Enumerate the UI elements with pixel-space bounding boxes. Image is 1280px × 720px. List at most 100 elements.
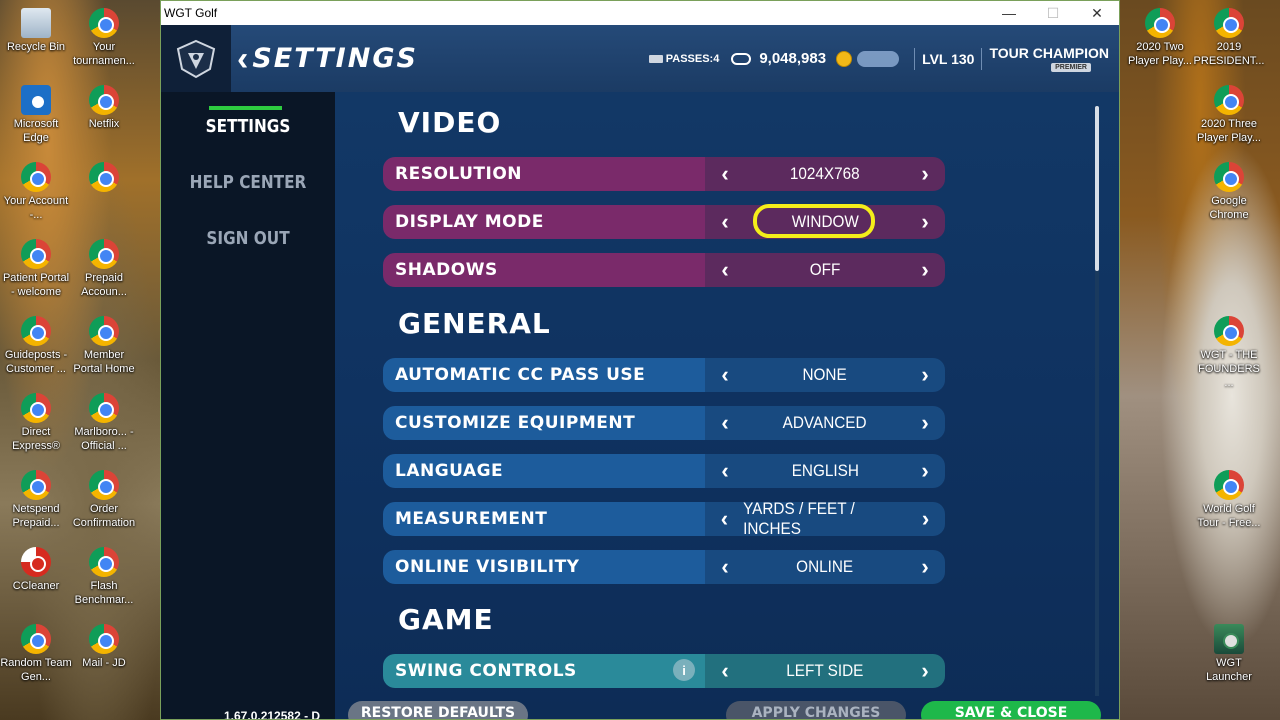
apply-changes-button[interactable]: APPLY CHANGES: [726, 701, 906, 719]
player-status: PASSES:4 9,048,983 LVL 130 TOUR CHAMPION…: [648, 25, 1119, 92]
desktop-icon-chrome[interactable]: 2020 Two Player Play...: [1124, 8, 1196, 68]
window-titlebar[interactable]: WGT Golf — ☐ ✕: [161, 1, 1119, 25]
chrome-icon: [21, 624, 51, 654]
restore-defaults-button[interactable]: RESTORE DEFAULTS: [348, 701, 528, 719]
chrome-icon: [89, 624, 119, 654]
next-arrow-icon[interactable]: ›: [916, 506, 935, 532]
setting-label: SHADOWS: [383, 253, 705, 287]
desktop-icon-chrome[interactable]: Direct Express®: [0, 393, 72, 453]
setting-row-cc-pass: AUTOMATIC CC PASS USE ‹ NONE ›: [383, 358, 945, 392]
desktop-icon-ccleaner[interactable]: CCleaner: [0, 547, 72, 593]
desktop-icon-chrome[interactable]: WGT - THE FOUNDERS ...: [1193, 316, 1265, 390]
topgolf-logo: [161, 25, 231, 92]
desktop-icon-chrome[interactable]: Patient Portal - welcome: [0, 239, 72, 299]
prev-arrow-icon[interactable]: ‹: [715, 658, 735, 684]
setting-value: YARDS / FEET / INCHES: [742, 502, 855, 536]
prev-arrow-icon[interactable]: ‹: [715, 257, 735, 283]
chrome-icon: [89, 85, 119, 115]
save-and-close-button[interactable]: SAVE & CLOSE: [921, 701, 1101, 719]
setting-value: LEFT SIDE: [786, 661, 864, 680]
desktop-icon-chrome[interactable]: Order Confirmation: [68, 470, 140, 530]
setting-selector: ‹ YARDS / FEET / INCHES ›: [705, 502, 945, 536]
setting-label: ONLINE VISIBILITY: [383, 550, 705, 584]
setting-row-shadows: SHADOWS ‹ OFF ›: [383, 253, 945, 287]
setting-selector: ‹ ENGLISH ›: [705, 454, 945, 488]
desktop-icon-chrome[interactable]: 2020 Three Player Play...: [1193, 85, 1265, 145]
page-title: SETTINGS: [252, 43, 418, 74]
chrome-icon: [89, 470, 119, 500]
desktop-icon-chrome[interactable]: Guideposts - Customer ...: [0, 316, 72, 376]
prev-arrow-icon[interactable]: ‹: [715, 554, 735, 580]
sidebar-item-sign-out[interactable]: SIGN OUT: [174, 228, 322, 249]
chrome-icon: [1214, 85, 1244, 115]
setting-row-customize-equipment: CUSTOMIZE EQUIPMENT ‹ ADVANCED ›: [383, 406, 945, 440]
close-button[interactable]: ✕: [1075, 1, 1119, 25]
divider: [914, 47, 916, 70]
desktop-icon-chrome[interactable]: Random Team Gen...: [0, 624, 72, 684]
desktop-icon-chrome[interactable]: 2019 PRESIDENT...: [1193, 8, 1265, 68]
desktop-icon-chrome[interactable]: Member Portal Home: [68, 316, 140, 376]
desktop-icon-chrome[interactable]: World Golf Tour - Free...: [1193, 470, 1265, 530]
settings-sidebar: SETTINGS HELP CENTER SIGN OUT: [161, 92, 335, 719]
info-icon[interactable]: i: [673, 659, 695, 681]
sidebar-item-settings[interactable]: SETTINGS: [174, 116, 322, 137]
desktop-icon-edge[interactable]: Microsoft Edge: [0, 85, 72, 145]
desktop-icon-recycle-bin[interactable]: Recycle Bin: [0, 8, 72, 54]
scrollbar-thumb[interactable]: [1095, 106, 1099, 271]
desktop-icon-google-chrome[interactable]: Google Chrome: [1193, 162, 1265, 222]
setting-label: RESOLUTION: [383, 157, 705, 191]
next-arrow-icon[interactable]: ›: [915, 410, 935, 436]
prev-arrow-icon[interactable]: ‹: [715, 410, 735, 436]
next-arrow-icon[interactable]: ›: [915, 458, 935, 484]
prev-arrow-icon[interactable]: ‹: [715, 362, 735, 388]
scrollbar[interactable]: [1095, 106, 1099, 696]
desktop-icon-chrome[interactable]: Your tournamen...: [68, 8, 140, 68]
prev-arrow-icon[interactable]: ‹: [715, 506, 734, 532]
desktop-icon-chrome[interactable]: [68, 162, 140, 194]
next-arrow-icon[interactable]: ›: [915, 161, 935, 187]
chrome-icon: [89, 393, 119, 423]
desktop-icon-chrome[interactable]: Prepaid Accoun...: [68, 239, 140, 299]
chrome-icon: [89, 547, 119, 577]
chrome-icon: [89, 239, 119, 269]
desktop-icon-chrome[interactable]: Netflix: [68, 85, 140, 131]
chrome-icon: [1214, 316, 1244, 346]
rank-title: TOUR CHAMPION: [989, 45, 1109, 61]
maximize-button[interactable]: ☐: [1031, 1, 1075, 25]
desktop-icon-wgt-launcher[interactable]: WGT Launcher: [1193, 624, 1265, 684]
wgt-launcher-icon: [1214, 624, 1244, 654]
setting-value: OFF: [809, 260, 841, 279]
section-title-general: GENERAL: [398, 307, 551, 340]
setting-row-online-visibility: ONLINE VISIBILITY ‹ ONLINE ›: [383, 550, 945, 584]
coin-icon: [836, 50, 853, 67]
setting-value: ENGLISH: [791, 461, 859, 480]
setting-label: DISPLAY MODE: [383, 205, 705, 239]
desktop-icon-chrome[interactable]: Mail - JD: [68, 624, 140, 670]
setting-label: MEASUREMENT: [383, 502, 705, 536]
chrome-icon: [1214, 162, 1244, 192]
desktop-icon-chrome[interactable]: Netspend Prepaid...: [0, 470, 72, 530]
chrome-icon: [21, 239, 51, 269]
prev-arrow-icon[interactable]: ‹: [715, 161, 735, 187]
active-tab-indicator: [209, 106, 282, 110]
next-arrow-icon[interactable]: ›: [915, 362, 935, 388]
prev-arrow-icon[interactable]: ‹: [715, 458, 735, 484]
minimize-button[interactable]: —: [987, 1, 1031, 25]
next-arrow-icon[interactable]: ›: [915, 209, 935, 235]
chrome-icon: [21, 162, 51, 192]
desktop-icon-chrome[interactable]: Your Account -...: [0, 162, 72, 222]
next-arrow-icon[interactable]: ›: [915, 554, 935, 580]
app-window: WGT Golf — ☐ ✕ ‹ SETTINGS PASSES:4 9,048…: [160, 0, 1120, 720]
next-arrow-icon[interactable]: ›: [915, 658, 935, 684]
chrome-icon: [1214, 8, 1244, 38]
chrome-icon: [89, 162, 119, 192]
chrome-icon: [21, 470, 51, 500]
desktop-icon-chrome[interactable]: Flash Benchmar...: [68, 547, 140, 607]
pass-ticket-icon: [648, 54, 663, 63]
next-arrow-icon[interactable]: ›: [915, 257, 935, 283]
chrome-icon: [89, 8, 119, 38]
sidebar-item-help-center[interactable]: HELP CENTER: [174, 172, 322, 193]
prev-arrow-icon[interactable]: ‹: [715, 209, 735, 235]
back-button[interactable]: ‹: [237, 42, 248, 76]
desktop-icon-chrome[interactable]: Marlboro... - Official ...: [68, 393, 140, 453]
